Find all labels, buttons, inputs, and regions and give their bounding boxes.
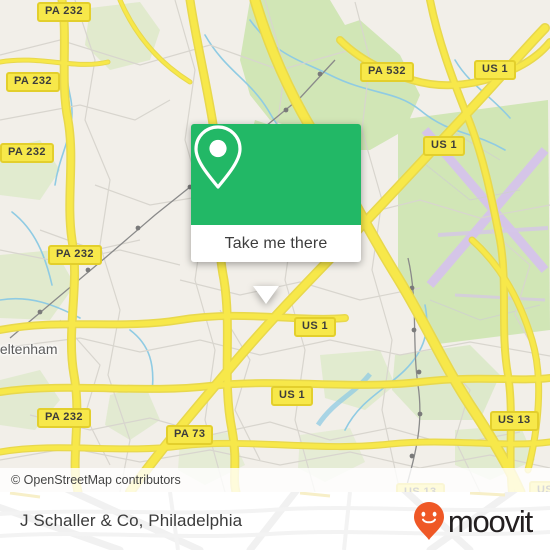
popup-tail (253, 286, 279, 304)
osm-attribution-text: © OpenStreetMap contributors (11, 473, 181, 487)
road-shield: PA 73 (166, 425, 214, 445)
location-title-text: J Schaller & Co, Philadelphia (20, 511, 243, 530)
map-canvas[interactable]: PA 232 PA 232 PA 232 PA 232 PA 532 US 1 US 1 US… (0, 0, 550, 492)
road-shield: PA 532 (360, 62, 414, 82)
road-shield: US 1 (474, 60, 517, 80)
take-me-there-popup[interactable]: Take me there (191, 124, 361, 304)
moovit-wordmark: moovit (447, 503, 533, 539)
road-shield: PA 232 (48, 245, 102, 265)
popup-action-row[interactable]: Take me there (191, 225, 361, 262)
location-pin-icon (194, 125, 242, 189)
osm-attribution-bar: © OpenStreetMap contributors (0, 468, 550, 492)
road-shield: US 1 (423, 136, 466, 156)
road-shield: PA 232 (0, 143, 54, 163)
location-title: J Schaller & Co, Philadelphia (20, 492, 242, 550)
road-shield: PA 232 (37, 2, 91, 22)
road-shield: PA 232 (37, 408, 91, 428)
moovit-map-screen: PA 232 PA 232 PA 232 PA 232 PA 532 US 1 US 1 US… (0, 0, 550, 550)
footer-bar: J Schaller & Co, Philadelphia moovit (0, 492, 550, 550)
popup-icon-area (191, 124, 361, 225)
road-shield: PA 232 (6, 72, 60, 92)
road-shield: US 1 (271, 386, 314, 406)
road-shield: US 13 (490, 411, 539, 431)
moovit-smiley-pin-icon (413, 502, 444, 540)
road-shield: US 1 (294, 317, 337, 337)
moovit-logo[interactable]: moovit (412, 492, 533, 550)
place-label: Cheltenham (0, 341, 58, 357)
take-me-there-label: Take me there (224, 234, 328, 252)
